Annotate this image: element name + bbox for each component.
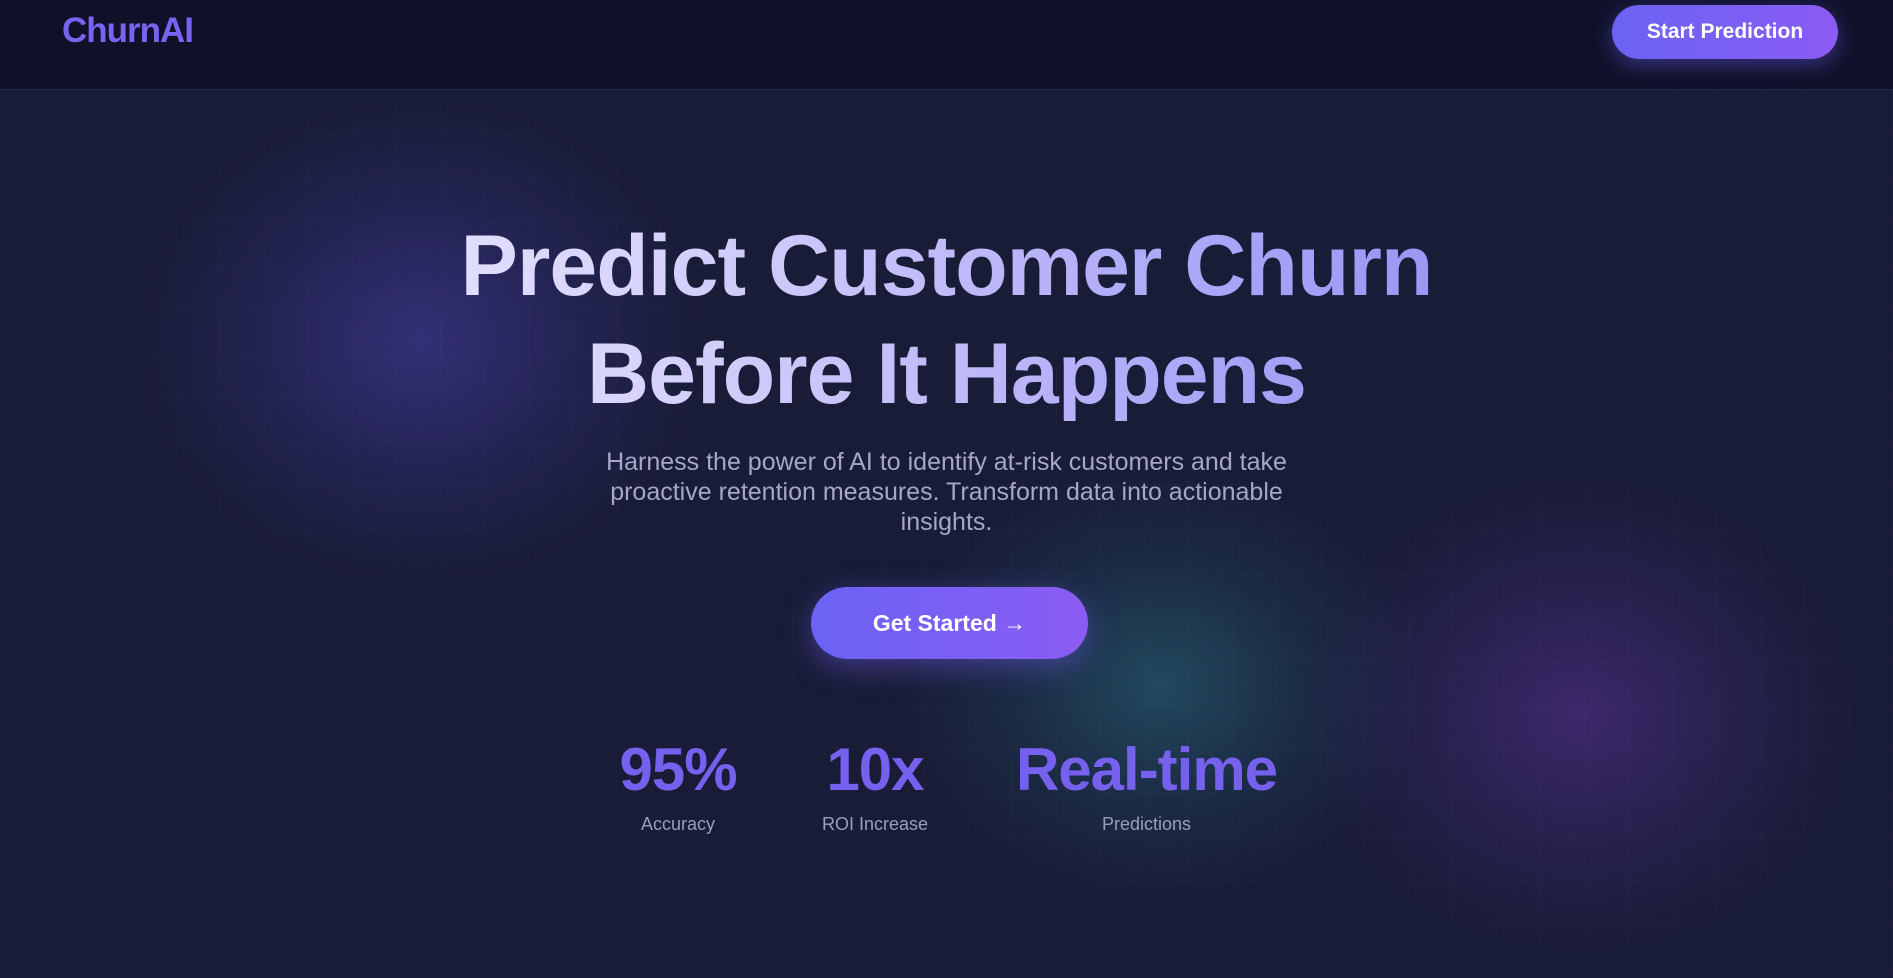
stat-value: 10x	[826, 736, 924, 803]
hero-title-line-2: Before It Happens	[587, 326, 1306, 422]
start-prediction-button[interactable]: Start Prediction	[1612, 5, 1838, 59]
hero-title-line-1: Predict Customer Churn	[460, 218, 1433, 314]
stat-label: Predictions	[1101, 814, 1192, 834]
stat-label: ROI Increase	[821, 814, 929, 834]
landing-page: ChurnAI Start Prediction Predict Custome…	[0, 0, 1893, 978]
logo[interactable]: ChurnAI	[62, 11, 194, 51]
stat-value: 95%	[619, 736, 737, 803]
hero-title: Predict Customer Churn Before It Happens	[0, 212, 1893, 428]
background-glow-purple	[1310, 480, 1850, 950]
navbar: ChurnAI Start Prediction	[0, 0, 1893, 90]
stat-roi: 10x ROI Increase	[790, 735, 960, 835]
stat-accuracy: 95% Accuracy	[576, 735, 780, 835]
get-started-button[interactable]: Get Started →	[811, 587, 1088, 659]
hero-subtitle: Harness the power of AI to identify at-r…	[606, 448, 1287, 536]
stat-label: Accuracy	[640, 814, 716, 834]
stat-value: Real-time	[1015, 736, 1278, 803]
stat-realtime: Real-time Predictions	[990, 735, 1303, 835]
